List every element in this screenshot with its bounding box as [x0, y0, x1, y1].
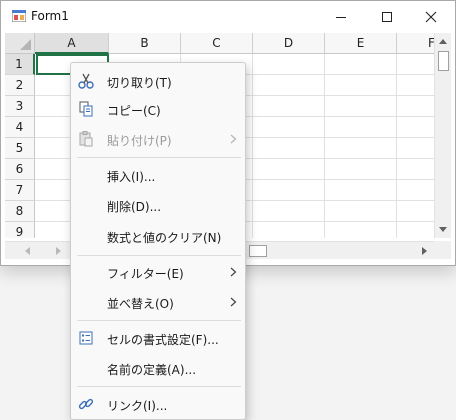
grid-cell[interactable]	[325, 180, 397, 201]
column-header-c[interactable]: C	[181, 33, 253, 54]
grid-cell[interactable]	[397, 75, 434, 96]
chevron-right-icon	[230, 297, 237, 307]
grid-cell[interactable]	[253, 117, 325, 138]
menu-label-delete: 削除(D)...	[107, 200, 162, 214]
format-cells-icon	[79, 331, 93, 345]
menu-label-insert: 挿入(I)...	[107, 170, 156, 184]
scroll-right-small-arrow-icon[interactable]	[51, 244, 65, 258]
link-icon	[78, 398, 94, 410]
menu-item-delete[interactable]: 削除(D)...	[75, 191, 243, 219]
grid-cell[interactable]	[253, 96, 325, 117]
row-header-9[interactable]: 9	[5, 222, 35, 238]
menu-item-define-name[interactable]: 名前の定義(A)...	[75, 354, 243, 382]
column-header-b[interactable]: B	[109, 33, 181, 54]
row-header-7[interactable]: 7	[5, 180, 35, 201]
menu-label-clear-contents: 数式と値のクリア(N)	[107, 231, 222, 245]
title-bar[interactable]: Form1	[1, 1, 455, 32]
menu-separator	[77, 386, 241, 387]
menu-item-filter[interactable]: フィルター(E)	[75, 258, 243, 286]
grid-cell[interactable]	[397, 117, 434, 138]
scroll-up-arrow-icon[interactable]	[436, 35, 450, 49]
select-all-triangle-icon	[20, 39, 31, 50]
menu-item-format-cells[interactable]: セルの書式設定(F)...	[75, 324, 243, 352]
grid-cell[interactable]	[325, 117, 397, 138]
grid-cell[interactable]	[325, 201, 397, 222]
row-header-4[interactable]: 4	[5, 117, 35, 138]
grid-cell[interactable]	[253, 222, 325, 238]
select-all-corner[interactable]	[5, 33, 35, 54]
menu-item-clear-contents[interactable]: 数式と値のクリア(N)	[75, 222, 243, 250]
grid-cell[interactable]	[397, 180, 434, 201]
grid-cell[interactable]	[325, 222, 397, 238]
close-button[interactable]	[409, 1, 455, 32]
grid-cell[interactable]	[325, 75, 397, 96]
grid-cell[interactable]	[397, 54, 434, 75]
scroll-right-arrow-icon[interactable]	[417, 244, 431, 258]
grid-cell[interactable]	[397, 222, 434, 238]
menu-label-link: リンク(I)...	[107, 399, 168, 413]
menu-item-link[interactable]: リンク(I)...	[75, 390, 243, 418]
horizontal-scroll-thumb[interactable]	[249, 245, 267, 257]
scroll-down-arrow-icon[interactable]	[436, 222, 450, 236]
grid-cell[interactable]	[325, 96, 397, 117]
grid-cell[interactable]	[325, 54, 397, 75]
minimize-button[interactable]	[319, 1, 365, 32]
column-header-e[interactable]: E	[325, 33, 397, 54]
menu-item-sort[interactable]: 並べ替え(O)	[75, 288, 243, 316]
menu-separator	[77, 255, 241, 256]
menu-separator	[77, 157, 241, 158]
row-header-6[interactable]: 6	[5, 159, 35, 180]
menu-label-copy: コピー(C)	[107, 104, 161, 118]
menu-item-insert[interactable]: 挿入(I)...	[75, 161, 243, 189]
menu-label-format-cells: セルの書式設定(F)...	[107, 333, 219, 347]
window-title: Form1	[31, 9, 69, 23]
grid-cell[interactable]	[253, 201, 325, 222]
menu-label-cut: 切り取り(T)	[107, 76, 172, 90]
scrollbar-corner	[434, 241, 451, 259]
grid-cell[interactable]	[397, 96, 434, 117]
vertical-scroll-thumb[interactable]	[438, 51, 449, 71]
grid-cell[interactable]	[397, 201, 434, 222]
menu-label-paste: 貼り付け(P)	[107, 134, 172, 148]
grid-cell[interactable]	[253, 180, 325, 201]
context-menu: 切り取り(T) コピー(C) 貼り付け(P) 挿入(I)... 削除(D)...…	[70, 62, 246, 420]
grid-cell[interactable]	[253, 54, 325, 75]
grid-cell[interactable]	[397, 138, 434, 159]
paste-icon	[79, 131, 93, 147]
row-header-3[interactable]: 3	[5, 96, 35, 117]
grid-cell[interactable]	[253, 138, 325, 159]
maximize-button[interactable]	[365, 1, 411, 32]
menu-label-sort: 並べ替え(O)	[107, 297, 174, 311]
menu-item-copy[interactable]: コピー(C)	[75, 95, 243, 123]
row-header-1[interactable]: 1	[5, 54, 35, 75]
minimize-icon	[336, 17, 346, 18]
chevron-right-icon	[230, 267, 237, 277]
maximize-icon	[382, 12, 392, 22]
column-header-f[interactable]: F	[397, 33, 434, 54]
column-header-a[interactable]: A	[35, 33, 109, 54]
grid-cell[interactable]	[325, 138, 397, 159]
menu-item-cut[interactable]: 切り取り(T)	[75, 67, 243, 95]
chevron-right-icon	[230, 134, 237, 144]
row-header-5[interactable]: 5	[5, 138, 35, 159]
scissors-icon	[78, 73, 94, 89]
copy-icon	[79, 101, 93, 117]
column-header-d[interactable]: D	[253, 33, 325, 54]
grid-cell[interactable]	[253, 75, 325, 96]
grid-cell[interactable]	[253, 159, 325, 180]
menu-separator	[77, 320, 241, 321]
grid-cell[interactable]	[397, 159, 434, 180]
menu-item-paste[interactable]: 貼り付け(P)	[75, 125, 243, 153]
grid-cell[interactable]	[325, 159, 397, 180]
close-icon	[425, 11, 437, 23]
menu-label-filter: フィルター(E)	[107, 267, 184, 281]
app-icon	[12, 10, 26, 22]
menu-label-define-name: 名前の定義(A)...	[107, 363, 197, 377]
vertical-scrollbar[interactable]	[434, 33, 451, 238]
row-header-8[interactable]: 8	[5, 201, 35, 222]
row-header-2[interactable]: 2	[5, 75, 35, 96]
scroll-left-arrow-icon[interactable]	[21, 244, 35, 258]
